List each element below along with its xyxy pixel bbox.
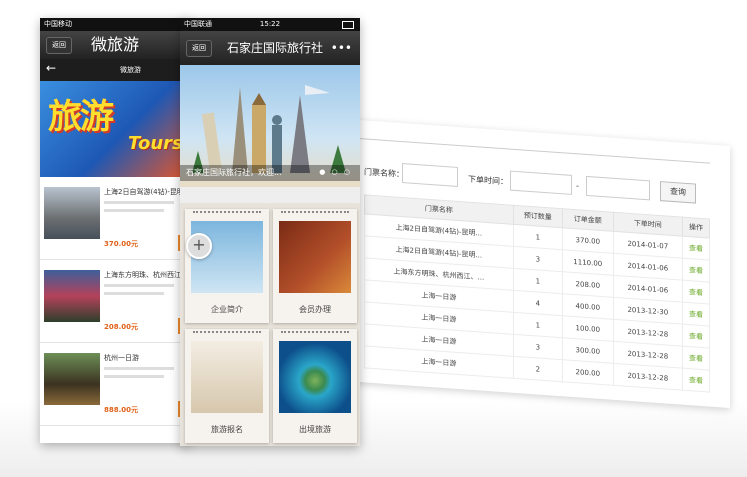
ticket-name-label: 门票名称： <box>364 167 404 180</box>
spiral-binding <box>193 331 261 339</box>
item-desc-line <box>104 209 164 212</box>
tile-label: 企业简介 <box>211 305 243 314</box>
item-desc-line <box>104 284 174 287</box>
add-button[interactable]: + <box>186 233 212 259</box>
sub-header-label: 微旅游 <box>120 66 141 74</box>
tile-image <box>191 341 263 413</box>
item-title: 杭州一日游 <box>104 354 139 362</box>
carousel-dots[interactable]: ● ○ ○ <box>319 168 352 176</box>
item-thumbnail <box>44 353 100 405</box>
tile-label: 旅游报名 <box>211 425 243 434</box>
tile-membership[interactable]: 会员办理 <box>273 209 357 323</box>
list-item[interactable]: 上海2日自驾游(4钻)-昆明 370.00元 <box>40 177 190 260</box>
view-link[interactable]: 查看 <box>682 236 710 261</box>
tile-company-intro[interactable]: 企业简介 <box>185 209 269 323</box>
orders-table: 门票名称 预订数量 订单金额 下单时间 操作 上海2日自驾游(4钻)-昆明...… <box>364 194 710 393</box>
view-link[interactable]: 查看 <box>682 368 710 393</box>
date-to-input[interactable] <box>586 175 650 201</box>
view-link[interactable]: 查看 <box>682 302 710 327</box>
nav-bar: 返回 石家庄国际旅行社 ••• <box>180 31 360 65</box>
clock: 15:22 <box>259 20 281 28</box>
status-bar: 中国联通 15:22 <box>180 18 360 31</box>
tile-tour-signup[interactable]: 旅游报名 <box>185 329 269 443</box>
more-icon[interactable]: ••• <box>331 31 352 65</box>
phone-travel-agency: 中国联通 15:22 返回 石家庄国际旅行社 ••• 石家庄国际旅行社，欢迎..… <box>180 18 360 446</box>
tile-outbound-travel[interactable]: 出境旅游 <box>273 329 357 443</box>
date-range-separator: - <box>576 181 579 191</box>
tour-banner[interactable]: 旅游 Tours <box>40 81 190 177</box>
banner-subtext: Tours <box>128 133 183 154</box>
cell-amount: 200.00 <box>562 359 614 386</box>
spiral-binding <box>281 331 349 339</box>
view-link[interactable]: 查看 <box>682 280 710 305</box>
date-from-input[interactable] <box>510 170 572 195</box>
order-time-label: 下单时间： <box>468 174 508 187</box>
item-thumbnail <box>44 270 100 322</box>
cell-order-time: 2013-12-28 <box>613 363 683 391</box>
carrier-label: 中国移动 <box>44 20 72 28</box>
status-bar: 中国移动 <box>40 18 190 31</box>
phone-micro-tour: 中国移动 返回 微旅游 ← 微旅游 旅游 Tours 上海2日自驾游(4钻)-昆… <box>40 18 190 443</box>
item-price: 888.00元 <box>104 406 139 414</box>
admin-orders-panel: 门票名称： 下单时间： - 查询 门票名称 预订数量 订单金额 下单时间 操作 … <box>330 118 730 408</box>
back-arrow-icon[interactable]: ← <box>46 61 56 75</box>
item-title: 上海东方明珠、杭州西江 <box>104 271 181 279</box>
list-item[interactable]: 上海东方明珠、杭州西江 208.00元 <box>40 260 190 343</box>
item-desc-line <box>104 375 164 378</box>
view-link[interactable]: 查看 <box>682 324 710 349</box>
item-desc-line <box>104 367 174 370</box>
spiral-binding <box>281 211 349 219</box>
spiral-binding <box>193 211 261 219</box>
landmarks-banner[interactable]: 石家庄国际旅行社，欢迎... ● ○ ○ <box>180 65 360 187</box>
nav-bar: 返回 微旅游 <box>40 31 190 59</box>
item-thumbnail <box>44 187 100 239</box>
sub-header: ← 微旅游 <box>40 59 190 81</box>
tile-image <box>279 341 351 413</box>
page-title: 微旅游 <box>90 35 139 54</box>
col-action: 操作 <box>682 217 710 239</box>
item-price: 370.00元 <box>104 240 139 248</box>
tile-label: 会员办理 <box>299 305 331 314</box>
banner-text: 旅游 <box>48 97 114 137</box>
cell-quantity: 2 <box>513 356 563 382</box>
item-title: 上海2日自驾游(4钻)-昆明 <box>104 188 184 196</box>
item-desc-line <box>104 201 174 204</box>
item-desc-line <box>104 292 164 295</box>
ticket-name-input[interactable] <box>402 163 458 187</box>
view-link[interactable]: 查看 <box>682 346 710 371</box>
view-link[interactable]: 查看 <box>682 258 710 283</box>
search-button[interactable]: 查询 <box>660 181 696 204</box>
list-item[interactable]: 杭州一日游 888.00元 <box>40 343 190 426</box>
item-price: 208.00元 <box>104 323 139 331</box>
battery-icon <box>342 21 354 29</box>
tile-image <box>279 221 351 293</box>
divider <box>360 138 710 164</box>
tile-label: 出境旅游 <box>299 425 331 434</box>
